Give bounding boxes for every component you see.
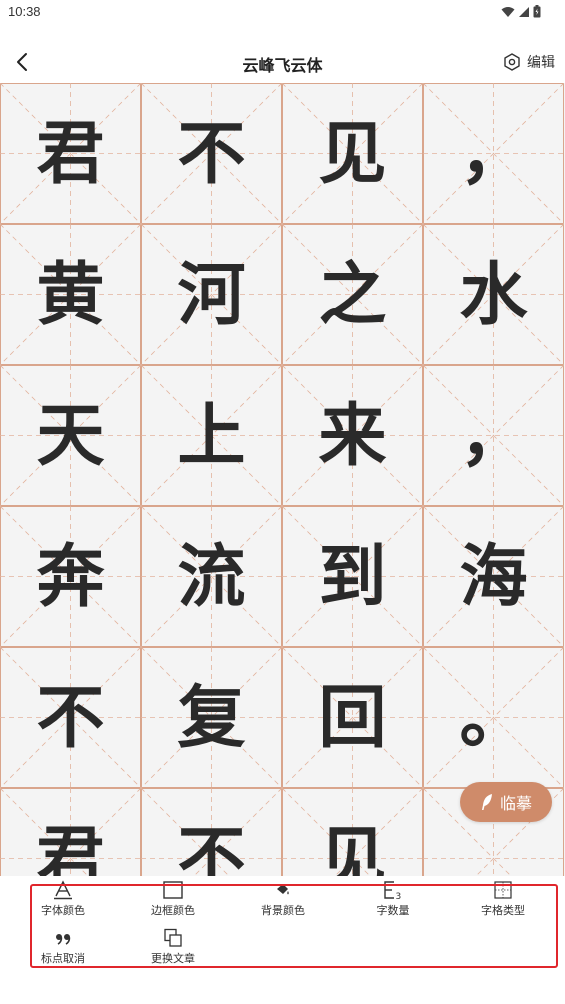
back-arrow-icon xyxy=(17,53,27,71)
grid-character: 之 xyxy=(318,254,387,335)
grid-cell[interactable]: 之 xyxy=(282,224,423,365)
tool-change-article[interactable]: 更换文章 xyxy=(130,928,216,965)
grid-cell[interactable]: 见 xyxy=(282,788,423,876)
grid-cell[interactable]: 上 xyxy=(141,365,282,506)
edit-label: 编辑 xyxy=(527,55,555,71)
status-time: 10:38 xyxy=(8,4,41,19)
settings-hexagon-icon xyxy=(504,53,520,71)
grid-cell[interactable]: 回 xyxy=(282,647,423,788)
grid-cell[interactable]: 海 xyxy=(423,506,564,647)
status-bar: 10:38 xyxy=(0,0,565,26)
grid-character: 水 xyxy=(459,254,528,335)
grid-character: 上 xyxy=(177,395,246,476)
grid-character: 天 xyxy=(36,395,105,476)
grid-character: 君 xyxy=(36,818,105,877)
grid-character: 奔 xyxy=(36,536,105,617)
grid-cell[interactable]: ， xyxy=(423,365,564,506)
grid-character: 不 xyxy=(177,818,246,877)
grid-character: 不 xyxy=(177,113,246,194)
svg-text:3: 3 xyxy=(396,892,402,900)
grid-character: 黄 xyxy=(36,254,105,335)
grid-cell[interactable]: 见 xyxy=(282,83,423,224)
grid-cell[interactable]: 黄 xyxy=(0,224,141,365)
grid-cell[interactable]: 水 xyxy=(423,224,564,365)
tool-label: 标点取消 xyxy=(41,952,85,965)
feather-brush-icon xyxy=(481,794,492,810)
tool-char-count[interactable]: 3 字数量 xyxy=(350,880,436,917)
tool-font-color[interactable]: 字体颜色 xyxy=(20,880,106,917)
page-title: 云峰飞云体 xyxy=(242,56,323,75)
grid-character: 复 xyxy=(177,677,246,758)
grid-cell[interactable]: 君 xyxy=(0,83,141,224)
tool-label: 字格类型 xyxy=(481,904,525,917)
back-button[interactable] xyxy=(8,48,36,76)
tool-label: 背景颜色 xyxy=(261,904,305,917)
wifi-icon xyxy=(501,6,515,17)
copy-practice-button[interactable]: 临摹 xyxy=(460,782,552,822)
grid-character: 。 xyxy=(459,677,528,758)
grid-cell[interactable]: 河 xyxy=(141,224,282,365)
char-count-icon: 3 xyxy=(384,881,402,900)
grid-cell[interactable]: 复 xyxy=(141,647,282,788)
grid-character: ， xyxy=(459,395,528,476)
tool-label: 边框颜色 xyxy=(151,904,195,917)
grid-cell[interactable]: 君 xyxy=(0,788,141,876)
grid-character: 到 xyxy=(318,536,387,617)
grid-character: 回 xyxy=(318,677,387,758)
grid-cell[interactable]: 流 xyxy=(141,506,282,647)
tool-background-color[interactable]: 背景颜色 xyxy=(240,880,326,917)
grid-cell[interactable]: 不 xyxy=(0,647,141,788)
font-color-icon xyxy=(54,880,72,900)
tool-label: 字数量 xyxy=(376,904,410,917)
grid-character: 河 xyxy=(177,254,246,335)
border-color-icon xyxy=(163,881,183,899)
grid-character: 见 xyxy=(318,113,387,194)
grid-cell[interactable]: 天 xyxy=(0,365,141,506)
tool-grid-type[interactable]: 字格类型 xyxy=(460,880,546,917)
edit-button[interactable]: 编辑 xyxy=(503,50,555,74)
grid-cell[interactable]: 。 xyxy=(423,647,564,788)
tool-label: 字体颜色 xyxy=(41,904,85,917)
app-header: 云峰飞云体 编辑 xyxy=(0,44,565,80)
grid-cell[interactable]: 奔 xyxy=(0,506,141,647)
grid-character: 不 xyxy=(36,677,105,758)
quote-marks-icon xyxy=(56,934,71,945)
tool-label: 更换文章 xyxy=(151,952,195,965)
calligraphy-grid[interactable]: 君不见，黄河之水天上来，奔流到海不复回。君不见 xyxy=(0,83,565,876)
grid-character: 君 xyxy=(36,113,105,194)
grid-character: 见 xyxy=(318,818,387,877)
signal-icon xyxy=(519,6,529,17)
change-article-icon xyxy=(164,928,182,947)
status-icons xyxy=(501,5,541,18)
tool-border-color[interactable]: 边框颜色 xyxy=(130,880,216,917)
grid-character: 来 xyxy=(318,395,387,476)
tool-punctuation-cancel[interactable]: 标点取消 xyxy=(20,928,106,965)
grid-type-icon xyxy=(494,881,512,899)
grid-cell[interactable]: 不 xyxy=(141,788,282,876)
grid-cell[interactable]: ， xyxy=(423,83,564,224)
background-color-icon xyxy=(277,884,289,895)
grid-cell[interactable]: 到 xyxy=(282,506,423,647)
grid-cell[interactable]: 不 xyxy=(141,83,282,224)
grid-character: 海 xyxy=(459,536,528,617)
copy-practice-label: 临摹 xyxy=(499,794,532,813)
grid-character: ， xyxy=(459,113,528,194)
battery-icon xyxy=(533,5,541,18)
grid-character: 流 xyxy=(177,536,246,617)
grid-cell[interactable]: 来 xyxy=(282,365,423,506)
